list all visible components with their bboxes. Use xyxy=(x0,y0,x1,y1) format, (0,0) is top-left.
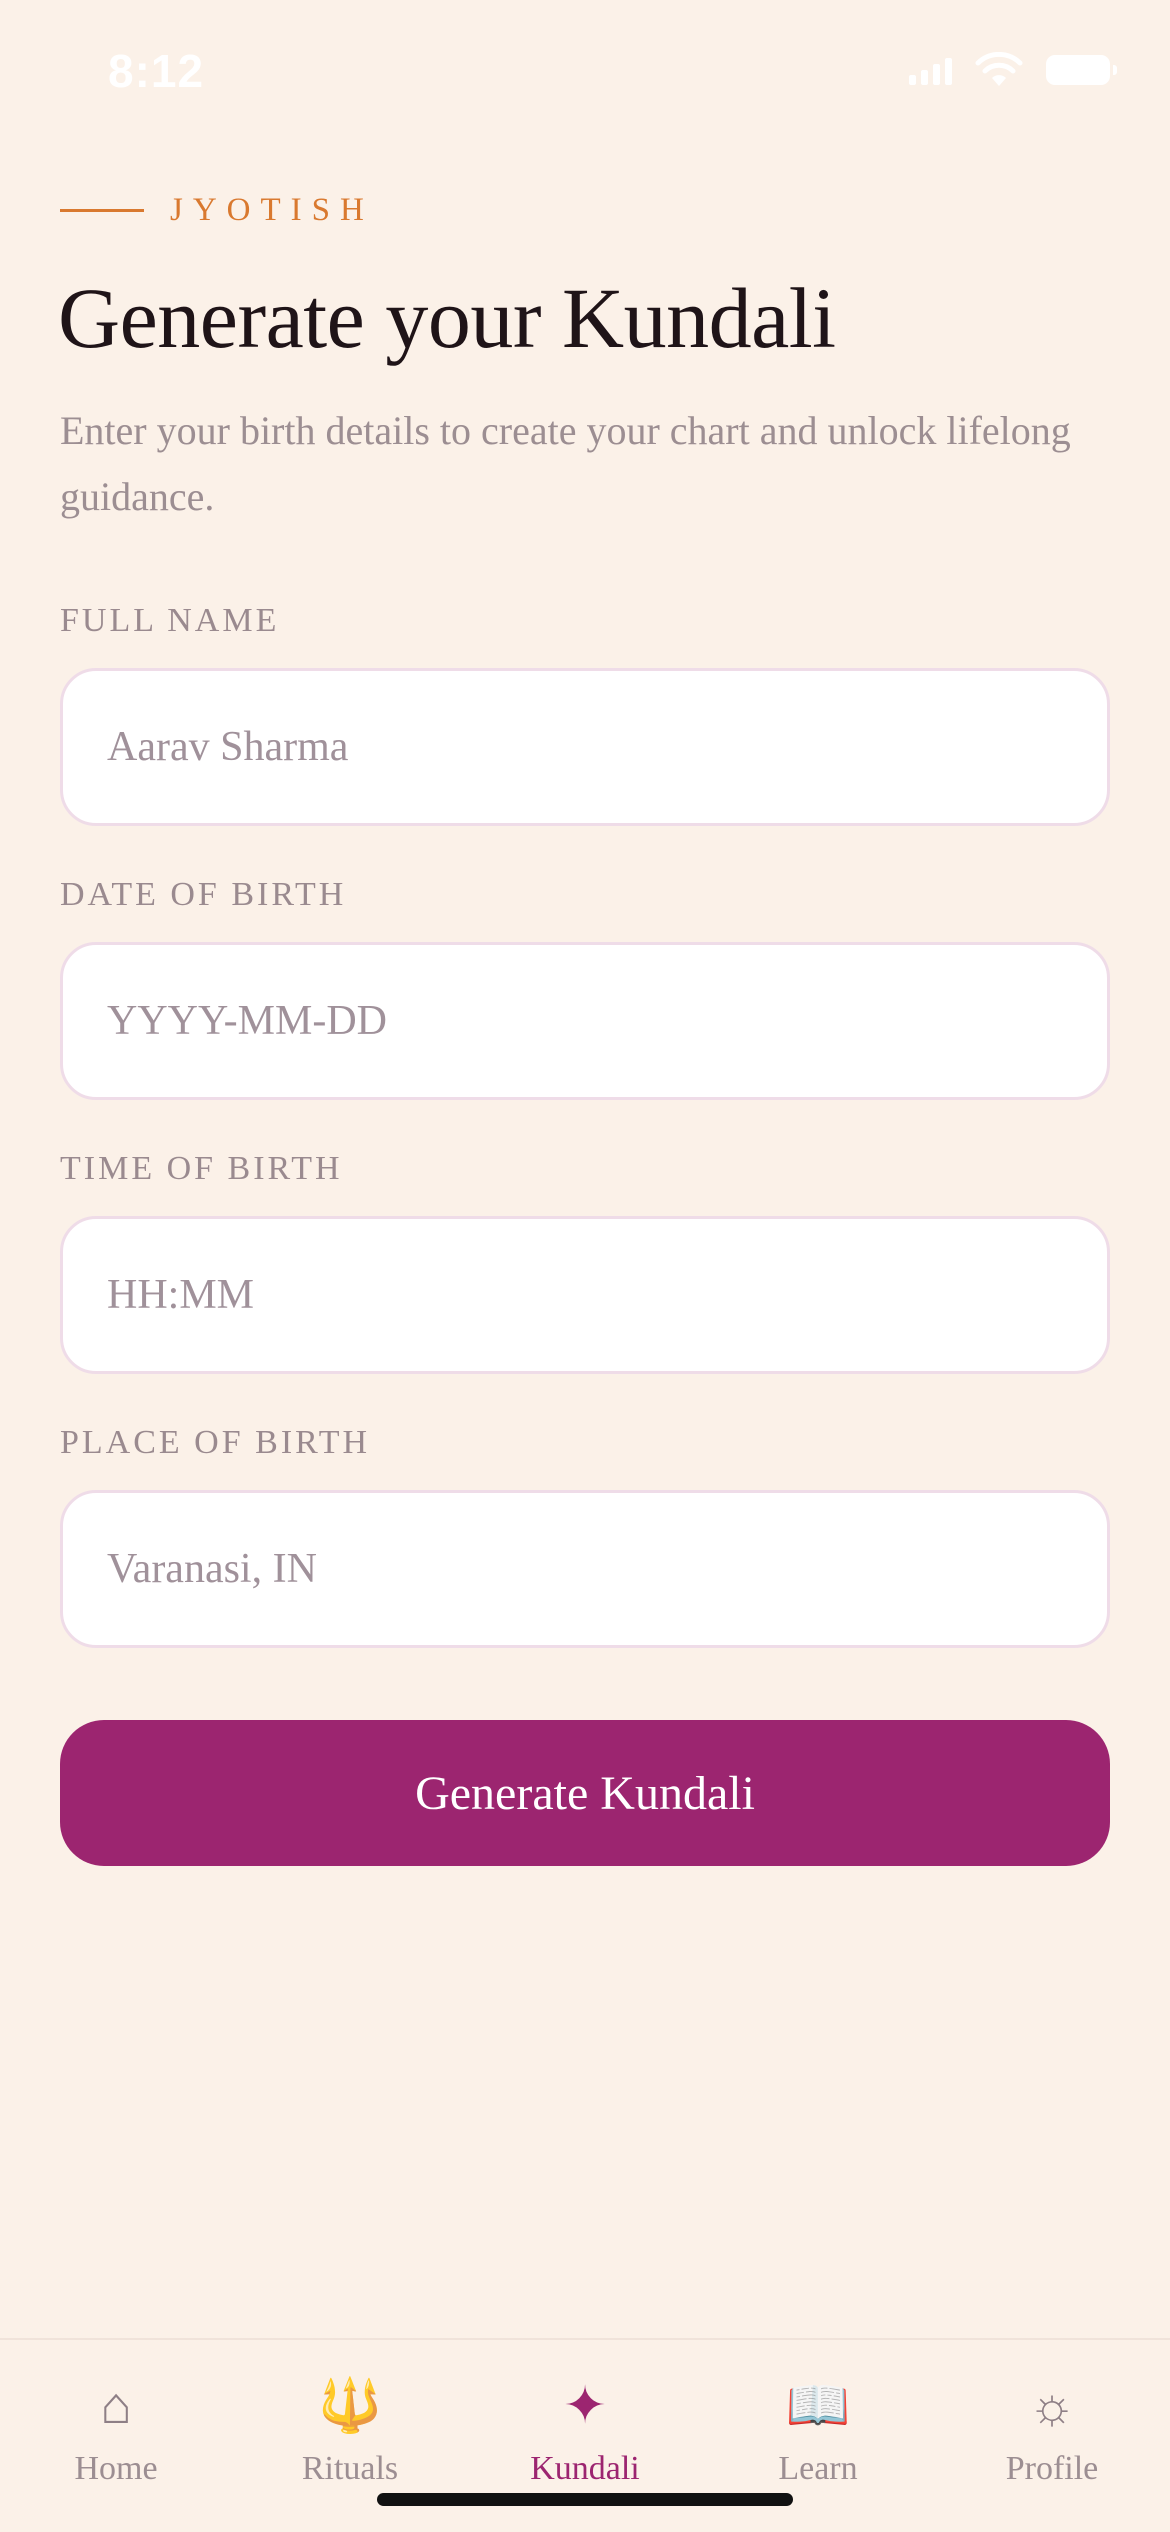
date-of-birth-label: DATE OF BIRTH xyxy=(60,876,347,913)
eyebrow-text: JYOTISH xyxy=(170,192,374,228)
full-name-input[interactable]: Aarav Sharma xyxy=(60,668,1110,826)
tab-label: Profile xyxy=(1005,2450,1099,2487)
tab-profile[interactable]: ☼ Profile xyxy=(962,2372,1142,2488)
time-of-birth-label: TIME OF BIRTH xyxy=(60,1150,343,1187)
kundali-screen: 8:12 JYOTISH Generate your Kundali Enter… xyxy=(0,0,1170,2532)
generate-kundali-button[interactable]: Generate Kundali xyxy=(60,1720,1110,1866)
tab-label: Learn xyxy=(778,2450,858,2487)
tab-kundali[interactable]: ✦ Kundali xyxy=(495,2372,675,2488)
tab-label: Home xyxy=(74,2450,158,2487)
date-of-birth-input[interactable]: YYYY-MM-DD xyxy=(60,942,1110,1100)
place-of-birth-input[interactable]: Varanasi, IN xyxy=(60,1490,1110,1648)
book-icon: 📖 xyxy=(785,2378,851,2435)
sun-icon: ☼ xyxy=(1028,2378,1076,2435)
tab-home[interactable]: ⌂ Home xyxy=(26,2372,206,2488)
home-icon: ⌂ xyxy=(100,2378,132,2435)
eyebrow-divider xyxy=(60,209,144,212)
page-title: Generate your Kundali xyxy=(58,270,836,366)
battery-icon xyxy=(1046,55,1117,85)
home-indicator[interactable] xyxy=(377,2493,793,2506)
signal-icon xyxy=(909,55,952,85)
status-time: 8:12 xyxy=(108,45,205,97)
tab-label: Kundali xyxy=(530,2450,640,2487)
page-subtitle: Enter your birth details to create your … xyxy=(60,408,1071,519)
full-name-label: FULL NAME xyxy=(60,602,280,639)
place-of-birth-label: PLACE OF BIRTH xyxy=(60,1424,371,1461)
status-icons xyxy=(909,52,1117,88)
tab-rituals[interactable]: 🔱 Rituals xyxy=(260,2372,440,2488)
wifi-icon xyxy=(975,52,1023,86)
eyebrow: JYOTISH xyxy=(60,192,374,229)
status-bar: 8:12 xyxy=(0,0,1170,150)
tab-label: Rituals xyxy=(301,2450,399,2487)
time-of-birth-input[interactable]: HH:MM xyxy=(60,1216,1110,1374)
tab-learn[interactable]: 📖 Learn xyxy=(728,2372,908,2488)
trident-icon: 🔱 xyxy=(317,2378,383,2435)
star-icon: ✦ xyxy=(563,2378,607,2435)
